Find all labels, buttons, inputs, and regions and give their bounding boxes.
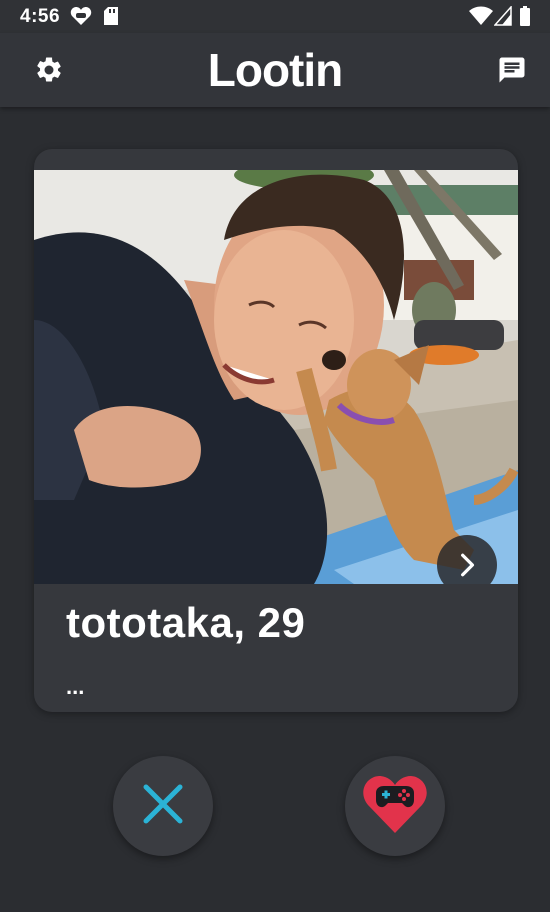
profile-card[interactable]: tototaka, 29 ... — [34, 149, 518, 712]
close-icon — [140, 781, 186, 832]
profile-name-age: tototaka, 29 — [66, 599, 306, 646]
messages-button[interactable] — [497, 55, 529, 87]
heart-gamepad-icon — [362, 773, 428, 840]
app-title: Lootin — [207, 44, 344, 96]
chat-icon — [497, 57, 527, 89]
status-bar: 4:56 — [0, 0, 550, 33]
status-time: 4:56 — [20, 6, 61, 27]
dislike-button[interactable] — [113, 756, 213, 856]
like-button[interactable] — [345, 756, 445, 856]
app-bar: Lootin — [0, 33, 550, 107]
profile-bio: ... — [66, 674, 85, 699]
profile-photo[interactable] — [34, 170, 518, 584]
heart-game-icon — [70, 6, 92, 31]
battery-icon — [519, 6, 531, 31]
chevron-right-icon — [454, 552, 480, 578]
signal-icon — [493, 5, 512, 31]
wifi-icon — [469, 6, 493, 31]
sd-card-icon — [103, 6, 119, 31]
